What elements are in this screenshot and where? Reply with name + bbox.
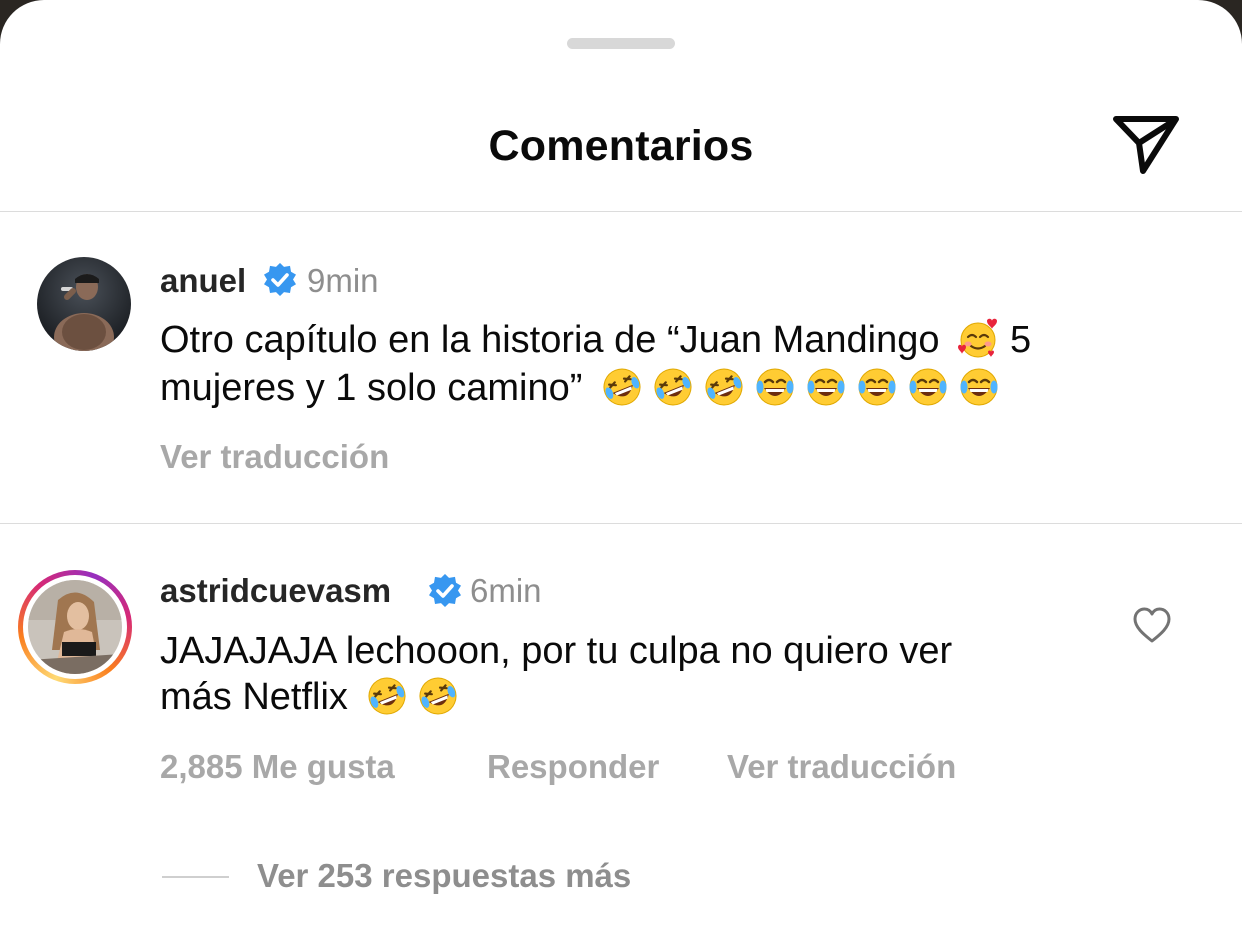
- rofl-emoji-icon: [652, 366, 694, 408]
- sheet-grabber-handle[interactable]: [567, 38, 675, 49]
- comments-sheet: Comentarios anuel 9min Otro capítulo en …: [0, 0, 1242, 951]
- reply-button[interactable]: Responder: [487, 748, 659, 786]
- comment-text: JAJAJAJA lechooon, por tu culpa no quier…: [160, 630, 953, 672]
- comment-text: más Netflix: [160, 676, 348, 718]
- likes-count-button[interactable]: 2,885 Me gusta: [160, 748, 395, 786]
- comment-text-line-1: JAJAJAJA lechooon, por tu culpa no quier…: [160, 627, 952, 675]
- joy-emoji-icon: [805, 366, 847, 408]
- paper-plane-icon: [1113, 116, 1179, 174]
- emoji-row: [592, 367, 1000, 409]
- smiling-face-with-hearts-emoji-icon: [957, 318, 999, 360]
- comment-divider: [0, 523, 1242, 524]
- translate-button[interactable]: Ver traducción: [727, 748, 956, 786]
- comment-text-line-2: mujeres y 1 solo camino”: [160, 364, 1000, 412]
- share-button[interactable]: [1110, 112, 1182, 178]
- comment-timestamp: 6min: [470, 572, 542, 609]
- comment-text: mujeres y 1 solo camino”: [160, 367, 583, 409]
- comment-text: 5: [1010, 319, 1032, 361]
- comment-timestamp: 9min: [307, 262, 379, 299]
- avatar-story-ring[interactable]: [18, 570, 132, 684]
- joy-emoji-icon: [958, 366, 1000, 408]
- avatar-photo: [28, 580, 122, 674]
- comment-username[interactable]: astridcuevasm: [160, 572, 391, 610]
- rofl-emoji-icon: [601, 366, 643, 408]
- page-title: Comentarios: [488, 122, 754, 170]
- verified-badge-icon: [429, 574, 461, 607]
- translate-button[interactable]: Ver traducción: [160, 438, 389, 476]
- view-replies-button[interactable]: Ver 253 respuestas más: [257, 857, 631, 895]
- avatar[interactable]: [37, 257, 131, 351]
- comment-username[interactable]: anuel: [160, 262, 246, 300]
- rofl-emoji-icon: [417, 675, 459, 717]
- comment-text-line-1: Otro capítulo en la historia de “Juan Ma…: [160, 316, 1031, 364]
- replies-connector-line: [162, 876, 229, 878]
- rofl-emoji-icon: [366, 675, 408, 717]
- rofl-emoji-icon: [703, 366, 745, 408]
- like-heart-icon[interactable]: [1131, 606, 1173, 644]
- joy-emoji-icon: [754, 366, 796, 408]
- header-divider: [0, 211, 1242, 212]
- verified-badge-icon: [264, 263, 296, 296]
- emoji-row: [357, 676, 459, 718]
- joy-emoji-icon: [856, 366, 898, 408]
- comment-text-line-2: más Netflix: [160, 673, 459, 721]
- avatar-photo: [37, 257, 131, 351]
- comment-text: Otro capítulo en la historia de “Juan Ma…: [160, 319, 940, 361]
- joy-emoji-icon: [907, 366, 949, 408]
